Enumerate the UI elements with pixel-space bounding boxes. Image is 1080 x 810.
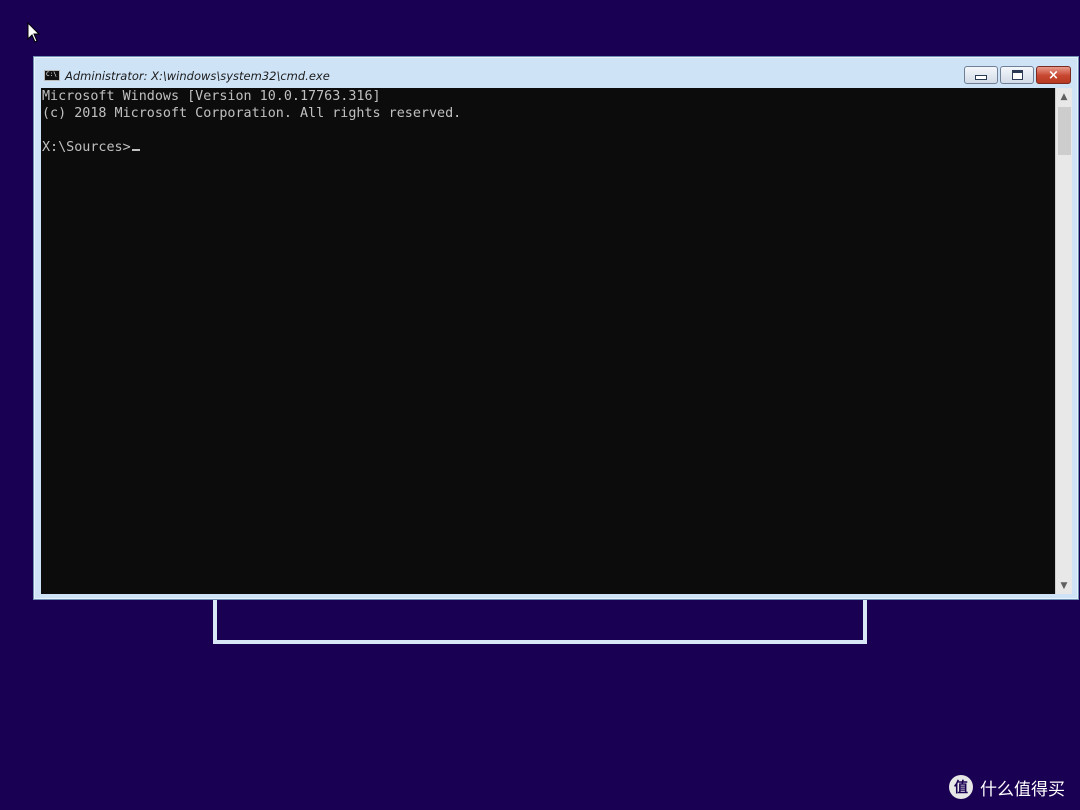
console-line-version: Microsoft Windows [Version 10.0.17763.31… (42, 89, 381, 104)
close-icon: × (1048, 67, 1059, 83)
maximize-button[interactable] (1000, 66, 1034, 84)
close-button[interactable]: × (1036, 66, 1071, 84)
cmd-window[interactable]: C:\ Administrator: X:\windows\system32\c… (33, 56, 1079, 600)
vertical-scrollbar[interactable]: ▲ ▼ (1055, 88, 1072, 594)
scrollbar-thumb[interactable] (1058, 107, 1071, 155)
watermark-text: 什么值得买 (980, 779, 1065, 800)
window-title: Administrator: X:\windows\system32\cmd.e… (65, 69, 330, 83)
watermark: 值 什么值得买 (949, 772, 1065, 802)
cmd-app-icon[interactable]: C:\ (44, 70, 60, 81)
console-line-copyright: (c) 2018 Microsoft Corporation. All righ… (42, 106, 462, 121)
scroll-down-arrow-icon[interactable]: ▼ (1056, 577, 1072, 594)
console-output[interactable]: Microsoft Windows [Version 10.0.17763.31… (41, 88, 1055, 594)
mouse-pointer-icon (27, 22, 41, 43)
maximize-icon (1011, 70, 1023, 80)
minimize-button[interactable] (964, 66, 998, 84)
watermark-logo-icon: 值 (949, 775, 973, 799)
text-cursor (131, 149, 140, 151)
minimize-icon (975, 75, 987, 80)
command-prompt-line[interactable]: X:\Sources> (42, 139, 140, 156)
prompt-text: X:\Sources> (42, 140, 131, 155)
title-bar[interactable]: C:\ Administrator: X:\windows\system32\c… (34, 57, 1078, 88)
scroll-up-arrow-icon[interactable]: ▲ (1056, 88, 1072, 105)
